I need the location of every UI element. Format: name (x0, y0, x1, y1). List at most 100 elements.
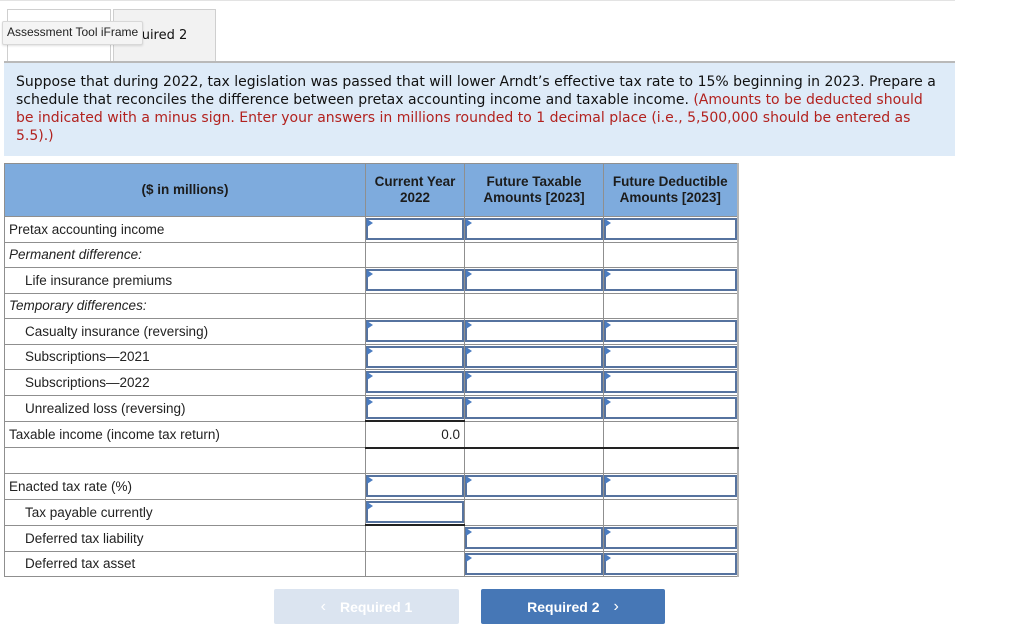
future-taxable-input-wrapper (465, 371, 603, 394)
current-year-cell (365, 318, 465, 345)
row-label: Casualty insurance (reversing) (4, 318, 366, 345)
future-deductible-input[interactable] (606, 554, 735, 573)
row-label: Tax payable currently (4, 498, 366, 526)
current-year-empty-cell (365, 292, 465, 319)
future-taxable-empty-cell (464, 447, 604, 474)
current-year-input-wrapper (366, 320, 464, 343)
current-year-cell (365, 369, 465, 396)
future-deductible-cell (603, 473, 739, 500)
table-row: Subscriptions—2022 (4, 369, 739, 396)
future-taxable-input[interactable] (467, 554, 601, 573)
table-row (4, 447, 739, 474)
future-taxable-cell (464, 318, 604, 345)
future-taxable-cell (464, 216, 604, 243)
future-deductible-cell (603, 318, 739, 345)
future-deductible-input[interactable] (606, 477, 735, 496)
future-deductible-cell (603, 369, 739, 396)
future-taxable-cell (464, 524, 604, 552)
current-year-input-wrapper (366, 345, 464, 368)
future-deductible-cell (603, 216, 739, 243)
table-row: Casualty insurance (reversing) (4, 318, 739, 345)
future-taxable-cell (464, 473, 604, 500)
future-deductible-input[interactable] (606, 322, 735, 341)
future-taxable-input[interactable] (467, 271, 601, 290)
row-label: Deferred tax liability (4, 524, 366, 552)
table-row: Taxable income (income tax return) 0.0 (4, 420, 739, 449)
future-deductible-input-wrapper (604, 527, 737, 549)
future-deductible-input[interactable] (606, 399, 735, 417)
header-current-year-line1: Current Year (374, 174, 456, 189)
future-deductible-input[interactable] (606, 220, 735, 239)
future-deductible-cell (603, 524, 739, 552)
current-year-input[interactable] (368, 373, 462, 392)
current-year-input[interactable] (368, 347, 462, 366)
future-taxable-input-wrapper (465, 397, 603, 419)
future-taxable-empty-cell (464, 292, 604, 319)
row-label: Deferred tax asset (4, 550, 366, 577)
current-year-cell (365, 473, 465, 500)
future-taxable-input[interactable] (467, 477, 601, 496)
current-year-input[interactable] (368, 502, 462, 521)
future-taxable-input-wrapper (465, 552, 603, 575)
future-taxable-input[interactable] (467, 322, 601, 341)
current-year-cell (365, 343, 465, 370)
future-taxable-input[interactable] (467, 399, 601, 417)
current-year-cell (365, 267, 465, 294)
future-deductible-empty-cell (603, 241, 739, 268)
current-year-input[interactable] (368, 220, 462, 239)
tax-reconciliation-table: ($ in millions) Current Year 2022 Future… (4, 163, 739, 577)
future-deductible-input-wrapper (604, 552, 737, 575)
row-label: Unrealized loss (reversing) (4, 394, 366, 422)
future-taxable-cell (464, 394, 604, 422)
next-required-2-button[interactable]: Required 2 › (481, 589, 665, 624)
current-year-input-wrapper (366, 371, 464, 394)
table-row: Permanent difference: (4, 241, 739, 268)
future-taxable-input[interactable] (467, 220, 601, 239)
future-deductible-cell (603, 394, 739, 422)
future-deductible-input[interactable] (606, 271, 735, 290)
future-deductible-empty-cell (603, 498, 739, 526)
current-year-input-wrapper (366, 218, 464, 241)
prev-button-label: Required 1 (339, 598, 413, 615)
current-year-input[interactable] (368, 477, 462, 496)
header-current-year-line2: 2022 (399, 190, 431, 205)
future-deductible-cell (603, 550, 739, 577)
current-year-input[interactable] (368, 322, 462, 341)
future-taxable-input[interactable] (467, 529, 601, 547)
future-deductible-input[interactable] (606, 347, 735, 366)
future-taxable-input[interactable] (467, 373, 601, 392)
iframe-tooltip: Assessment Tool iFrame (2, 21, 144, 45)
row-label: Life insurance premiums (4, 267, 366, 294)
future-taxable-empty-cell (464, 241, 604, 268)
future-taxable-input-wrapper (465, 218, 603, 241)
current-year-empty-cell (365, 447, 465, 474)
table-row: Unrealized loss (reversing) (4, 394, 739, 422)
future-taxable-input-wrapper (465, 475, 603, 498)
future-deductible-empty-cell (603, 447, 739, 474)
table-row: Deferred tax asset (4, 550, 739, 577)
header-future-taxable-line1: Future Taxable (486, 174, 582, 189)
prev-required-1-button[interactable]: ‹ Required 1 (274, 589, 459, 624)
row-label: Permanent difference: (4, 241, 366, 268)
future-taxable-input-wrapper (465, 527, 603, 549)
future-deductible-cell (603, 343, 739, 370)
current-year-input-wrapper (366, 269, 464, 292)
future-deductible-cell (603, 267, 739, 294)
future-deductible-input[interactable] (606, 529, 735, 547)
row-label: Temporary differences: (4, 292, 366, 319)
future-taxable-cell (464, 369, 604, 396)
table-row: Life insurance premiums (4, 267, 739, 294)
header-future-deductible: Future Deductible Amounts [2023] (603, 163, 739, 217)
row-label: Subscriptions—2021 (4, 343, 366, 370)
future-deductible-empty-cell (603, 420, 739, 449)
current-year-input[interactable] (368, 398, 462, 417)
future-deductible-input[interactable] (606, 373, 735, 392)
future-deductible-input-wrapper (604, 371, 737, 394)
header-future-taxable-line2: Amounts [2023] (483, 190, 585, 205)
current-year-input[interactable] (368, 271, 462, 290)
future-taxable-input[interactable] (467, 347, 601, 366)
header-future-taxable: Future Taxable Amounts [2023] (464, 163, 604, 217)
table-row: Subscriptions—2021 (4, 343, 739, 370)
current-year-empty-cell (365, 241, 465, 268)
next-button-label: Required 2 (527, 598, 600, 615)
